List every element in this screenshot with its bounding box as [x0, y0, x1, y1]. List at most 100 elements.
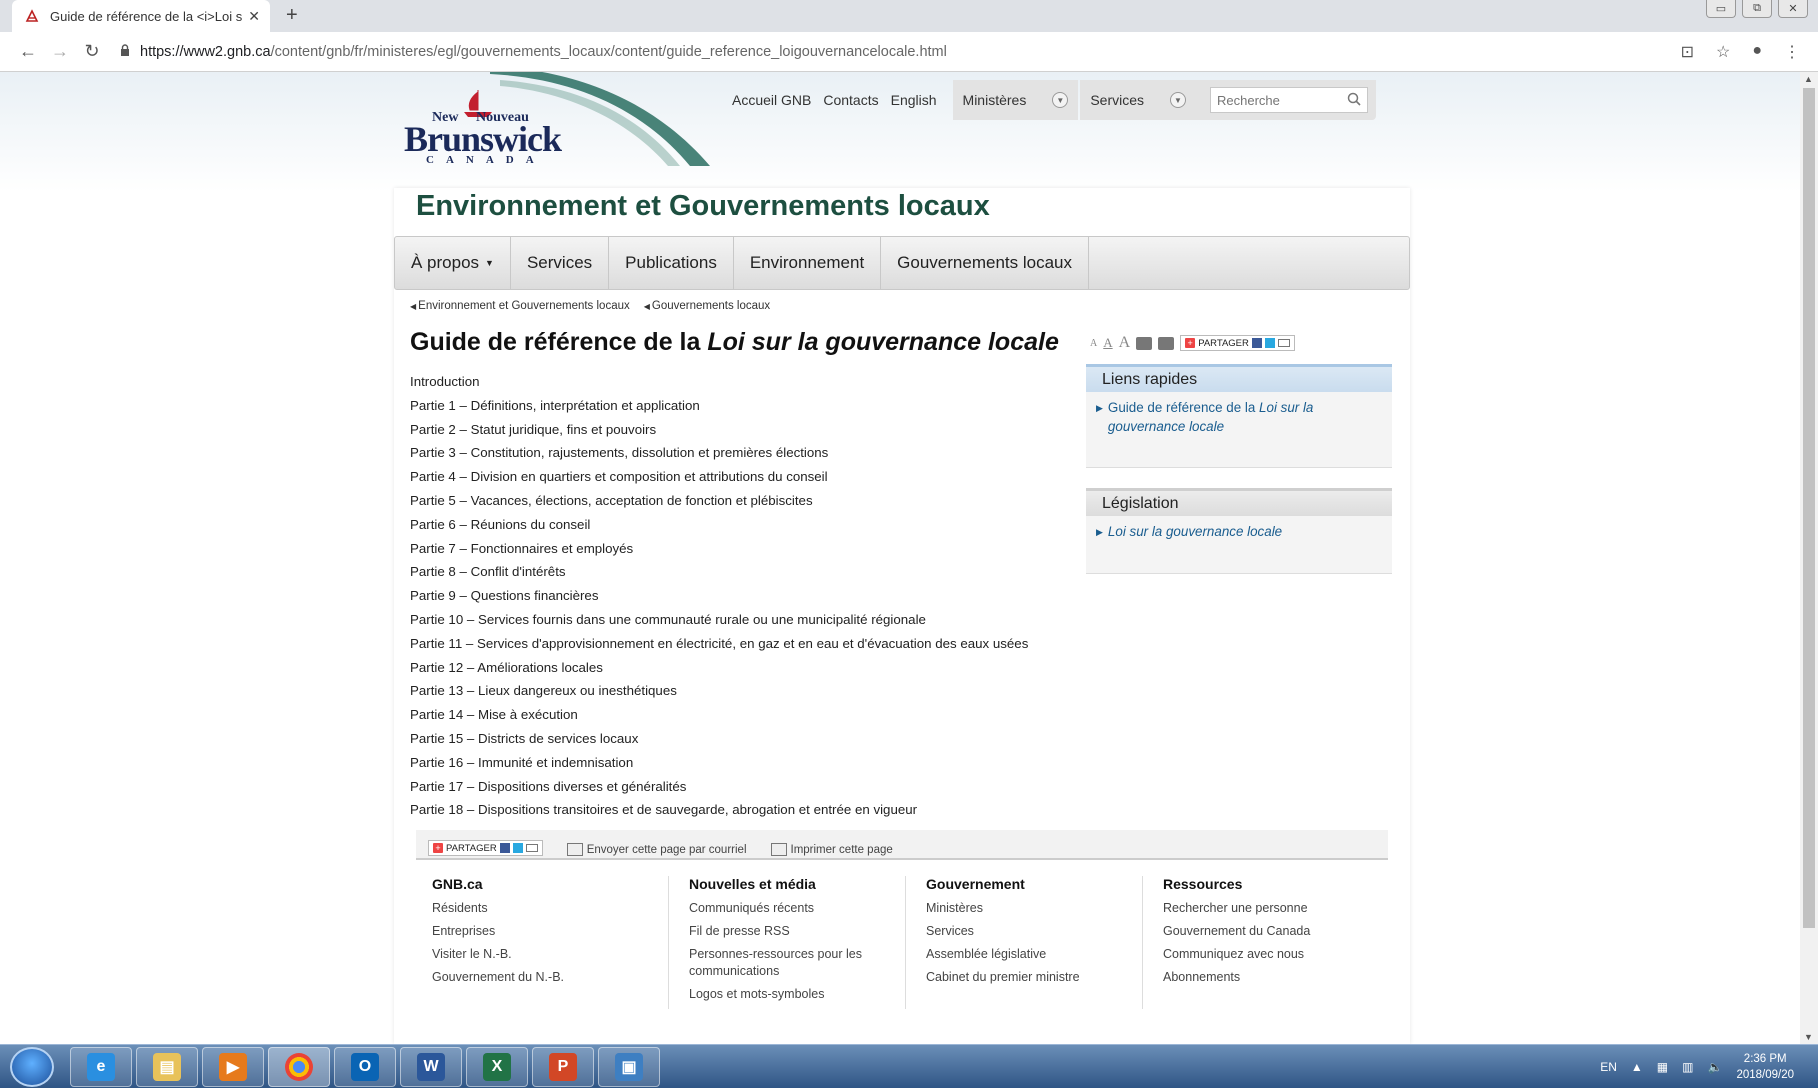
language-indicator[interactable]: EN	[1600, 1060, 1617, 1074]
file-explorer-app[interactable]: ▤	[136, 1047, 198, 1087]
close-window-icon[interactable]: ✕	[1778, 0, 1808, 18]
address-bar[interactable]: https://www2.gnb.ca/content/gnb/fr/minis…	[120, 44, 1681, 60]
outlook-app[interactable]: O	[334, 1047, 396, 1087]
toc-link[interactable]: Partie 13 – Lieux dangereux ou inesthéti…	[410, 679, 1028, 703]
print-icon[interactable]	[1158, 336, 1175, 350]
bookmark-star-icon[interactable]: ☆	[1716, 42, 1730, 62]
share-button[interactable]: + PARTAGER	[1180, 335, 1295, 351]
legislation-item[interactable]: ▶ Loi sur la gouvernance locale	[1086, 516, 1392, 554]
footer-column-title[interactable]: Gouvernement	[926, 876, 1132, 892]
text-size-medium-icon[interactable]: A	[1103, 335, 1112, 351]
toc-link[interactable]: Partie 4 – Division en quartiers et comp…	[410, 465, 1028, 489]
chrome-app[interactable]	[268, 1047, 330, 1087]
vertical-scrollbar[interactable]: ▲ ▼	[1800, 72, 1818, 1044]
footer-link[interactable]: Logos et mots-symboles	[689, 986, 895, 1003]
internet-explorer-app[interactable]: e	[70, 1047, 132, 1087]
toc-link[interactable]: Partie 7 – Fonctionnaires et employés	[410, 537, 1028, 561]
print-page-link[interactable]: Imprimer cette page	[770, 843, 893, 856]
footer-link[interactable]: Cabinet du premier ministre	[926, 969, 1132, 986]
toc-link[interactable]: Partie 17 – Dispositions diverses et gén…	[410, 775, 1028, 799]
restore-icon[interactable]: ⧉	[1742, 0, 1772, 18]
toc-link[interactable]: Partie 6 – Réunions du conseil	[410, 513, 1028, 537]
nav-gouvernements-locaux[interactable]: Gouvernements locaux	[881, 237, 1089, 289]
email-icon[interactable]	[1136, 336, 1153, 350]
nav-services[interactable]: Services	[511, 237, 610, 289]
footer-link[interactable]: Entreprises	[432, 923, 658, 940]
scroll-thumb[interactable]	[1803, 88, 1815, 928]
search-icon[interactable]	[1347, 92, 1361, 109]
word-app[interactable]: W	[400, 1047, 462, 1087]
toc-link[interactable]: Partie 10 – Services fournis dans une co…	[410, 608, 1028, 632]
nav-publications[interactable]: Publications	[609, 237, 734, 289]
gnb-logo[interactable]: New Nouveau Brunswick CANADA	[404, 88, 604, 166]
clock[interactable]: 2:36 PM 2018/09/20	[1736, 1051, 1794, 1083]
department-title[interactable]: Environnement et Gouvernements locaux	[416, 190, 990, 223]
link-accueil-gnb[interactable]: Accueil GNB	[732, 92, 811, 108]
footer-column-title[interactable]: Ressources	[1163, 876, 1370, 892]
footer-link[interactable]: Communiquez avec nous	[1163, 946, 1370, 963]
ministeres-dropdown[interactable]: Ministères ▼	[952, 80, 1079, 120]
minimize-icon[interactable]: ▭	[1706, 0, 1736, 18]
toc-link[interactable]: Partie 12 – Améliorations locales	[410, 656, 1028, 680]
footer-column-title[interactable]: GNB.ca	[432, 876, 658, 892]
email-page-link[interactable]: Envoyer cette page par courriel	[566, 843, 747, 856]
toc-link[interactable]: Partie 2 – Statut juridique, fins et pou…	[410, 418, 1028, 442]
browser-tab[interactable]: Guide de référence de la <i>Loi s ✕	[12, 0, 270, 32]
nav-a-propos[interactable]: À propos ▼	[395, 237, 511, 289]
footer-link[interactable]: Communiqués récents	[689, 900, 895, 917]
new-tab-icon[interactable]: +	[286, 4, 298, 27]
back-arrow-icon[interactable]: ←	[12, 41, 44, 62]
toc-link[interactable]: Partie 3 – Constitution, rajustements, d…	[410, 441, 1028, 465]
toc-link[interactable]: Partie 5 – Vacances, élections, acceptat…	[410, 489, 1028, 513]
footer-share-button[interactable]: + PARTAGER	[428, 840, 543, 856]
account-icon[interactable]: ●	[1752, 42, 1762, 62]
toc-link[interactable]: Partie 14 – Mise à exécution	[410, 703, 1028, 727]
quick-links-item[interactable]: ▶ Guide de référence de la Loi sur la go…	[1086, 392, 1392, 448]
link-english[interactable]: English	[891, 92, 937, 108]
text-size-large-icon[interactable]: A	[1119, 334, 1131, 352]
menu-kebab-icon[interactable]: ⋮	[1784, 42, 1800, 62]
services-dropdown[interactable]: Services ▼	[1080, 80, 1197, 120]
forward-arrow-icon[interactable]: →	[44, 41, 76, 62]
footer-link[interactable]: Gouvernement du Canada	[1163, 923, 1370, 940]
toc-link[interactable]: Partie 1 – Définitions, interprétation e…	[410, 394, 1028, 418]
footer-column-title[interactable]: Nouvelles et média	[689, 876, 895, 892]
scroll-down-icon[interactable]: ▼	[1804, 1032, 1813, 1042]
powerpoint-app[interactable]: P	[532, 1047, 594, 1087]
footer-link[interactable]: Ministères	[926, 900, 1132, 917]
toc-link[interactable]: Partie 15 – Districts de services locaux	[410, 727, 1028, 751]
reload-icon[interactable]: ↻	[76, 41, 108, 62]
close-tab-icon[interactable]: ✕	[248, 8, 260, 25]
toc-link[interactable]: Introduction	[410, 370, 1028, 394]
footer-link[interactable]: Assemblée législative	[926, 946, 1132, 963]
media-player-app[interactable]: ▶	[202, 1047, 264, 1087]
toc-link[interactable]: Partie 11 – Services d'approvisionnement…	[410, 632, 1028, 656]
footer-link[interactable]: Résidents	[432, 900, 658, 917]
link-contacts[interactable]: Contacts	[823, 92, 878, 108]
footer-link[interactable]: Rechercher une personne	[1163, 900, 1370, 917]
text-size-small-icon[interactable]: A	[1090, 338, 1097, 349]
footer-link[interactable]: Visiter le N.-B.	[432, 946, 658, 963]
nav-environnement[interactable]: Environnement	[734, 237, 882, 289]
scroll-up-icon[interactable]: ▲	[1804, 74, 1813, 84]
footer-link[interactable]: Gouvernement du N.-B.	[432, 969, 658, 986]
toc-link[interactable]: Partie 9 – Questions financières	[410, 584, 1028, 608]
footer-link[interactable]: Services	[926, 923, 1132, 940]
footer-link[interactable]: Personnes-ressources pour les communicat…	[689, 946, 895, 980]
windows-start-icon[interactable]	[10, 1047, 54, 1087]
breadcrumb-item[interactable]: ◀ Environnement et Gouvernements locaux	[410, 300, 630, 312]
remote-desktop-app[interactable]: ▣	[598, 1047, 660, 1087]
toc-link[interactable]: Partie 8 – Conflit d'intérêts	[410, 560, 1028, 584]
footer-link[interactable]: Fil de presse RSS	[689, 923, 895, 940]
toc-link[interactable]: Partie 16 – Immunité et indemnisation	[410, 751, 1028, 775]
power-icon[interactable]: ▥	[1682, 1060, 1693, 1074]
network-icon[interactable]: ▦	[1657, 1060, 1668, 1074]
excel-app[interactable]: X	[466, 1047, 528, 1087]
translate-icon[interactable]: ⊡	[1681, 42, 1694, 62]
toc-link[interactable]: Partie 18 – Dispositions transitoires et…	[410, 798, 1028, 822]
volume-icon[interactable]: 🔈	[1707, 1060, 1722, 1074]
tray-expand-icon[interactable]: ▲	[1631, 1060, 1643, 1074]
search-input[interactable]	[1217, 92, 1348, 108]
breadcrumb-item[interactable]: ◀ Gouvernements locaux	[644, 300, 770, 312]
footer-link[interactable]: Abonnements	[1163, 969, 1370, 986]
